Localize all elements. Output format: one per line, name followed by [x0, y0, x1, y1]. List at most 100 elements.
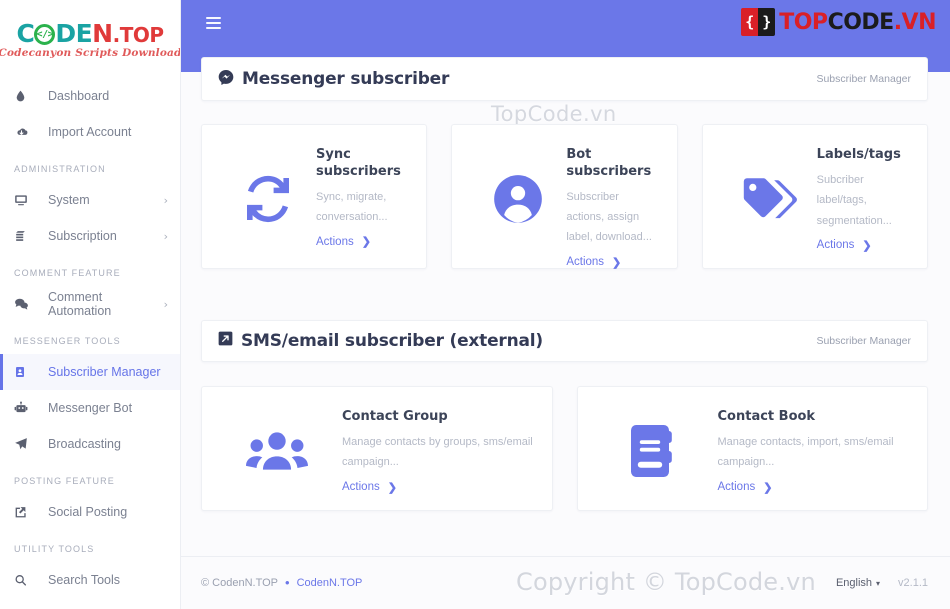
card-description: Subscriber actions, assign label, downlo…	[566, 190, 652, 244]
brand-tagline: Codecanyon Scripts Download	[0, 47, 181, 60]
card-description: Manage contacts by groups, sms/email cam…	[342, 435, 533, 469]
user-circle-icon	[470, 173, 566, 225]
desktop-icon	[14, 193, 38, 207]
page-header-panel: Messenger subscriber Subscriber Manager	[201, 57, 928, 101]
sidebar-item-label: System	[48, 193, 90, 207]
language-label: English	[835, 577, 873, 589]
robot-icon	[14, 401, 38, 415]
hamburger-icon[interactable]	[201, 17, 221, 32]
external-section-title: SMS/email subscriber (external)	[218, 331, 543, 351]
topcode-mark-icon: { }	[741, 8, 776, 36]
layers-icon	[14, 229, 38, 243]
sidebar-section-comment-feature: COMMENT FEATURE	[14, 268, 121, 278]
users-icon	[212, 426, 342, 476]
comments-icon	[14, 297, 38, 311]
main-area: { } TOPCODE.VN Messenger subscriber Subs…	[181, 0, 950, 609]
content-watermark: TopCode.vn	[491, 102, 617, 126]
sidebar-item-comment-automation[interactable]: Comment Automation ›	[0, 286, 180, 322]
sidebar-item-social-posting[interactable]: Social Posting	[0, 494, 180, 530]
card-title: Labels/tags	[816, 147, 901, 162]
external-section-title-text: SMS/email subscriber (external)	[241, 331, 543, 351]
sidebar-item-label: Messenger Bot	[48, 401, 133, 415]
breadcrumb: Subscriber Manager	[816, 73, 911, 85]
brand-logo-text: C </> DEN.TOP	[0, 19, 180, 49]
card-actions-label: Actions	[316, 235, 354, 248]
sidebar-section-posting-feature: POSTING FEATURE	[14, 476, 115, 486]
card-title: Bot subscribers	[566, 147, 652, 179]
sidebar-nav: Dashboard Import Account ADMINISTRATION …	[0, 72, 180, 598]
card-labels-tags[interactable]: Labels/tags Subcriber label/tags, segmen…	[701, 124, 928, 269]
chevron-right-icon: ›	[163, 297, 168, 311]
card-sync-subscribers[interactable]: Sync subscribers Sync, migrate, conversa…	[201, 124, 428, 269]
brand-logo[interactable]: C </> DEN.TOP Codecanyon Scripts Download	[0, 0, 180, 72]
cloud-download-icon	[14, 125, 38, 139]
messenger-icon	[218, 69, 234, 90]
card-actions-label: Actions	[717, 481, 756, 494]
language-selector[interactable]: English ▾	[836, 577, 880, 589]
chevron-right-icon: ❯	[387, 481, 397, 494]
app-root: C </> DEN.TOP Codecanyon Scripts Download …	[0, 0, 950, 609]
chevron-down-icon: ▾	[876, 578, 881, 588]
external-section-header-panel: SMS/email subscriber (external) Subscrib…	[201, 320, 928, 362]
sidebar-item-label: Subscription	[48, 229, 117, 243]
share-square-icon	[14, 505, 38, 519]
sidebar-item-system[interactable]: System ›	[0, 182, 180, 218]
sidebar-section-messenger-tools: MESSENGER TOOLS	[14, 336, 121, 346]
footer-copyright-text: © CodenN.TOP	[201, 577, 278, 589]
card-actions-link[interactable]: Actions ❯	[566, 256, 621, 269]
sidebar-item-label: Import Account	[48, 125, 132, 139]
card-actions-link[interactable]: Actions ❯	[718, 481, 773, 494]
search-icon	[14, 573, 38, 587]
card-contact-group[interactable]: Contact Group Manage contacts by groups,…	[201, 386, 553, 511]
brand-logo-de: DE	[55, 19, 93, 49]
droplet-icon	[14, 89, 38, 103]
sidebar-item-label: Search Tools	[48, 573, 121, 587]
card-description: Sync, migrate, conversation...	[316, 190, 388, 224]
sidebar: C </> DEN.TOP Codecanyon Scripts Download …	[0, 0, 181, 609]
card-actions-label: Actions	[342, 481, 380, 494]
sidebar-item-label: Subscriber Manager	[48, 365, 161, 379]
external-cards-row: Contact Group Manage contacts by groups,…	[201, 386, 928, 511]
card-description: Manage contacts, import, sms/email campa…	[717, 435, 894, 469]
address-book-icon	[588, 424, 718, 477]
topcode-watermark-logo: { } TOPCODE.VN	[741, 8, 937, 36]
sidebar-item-subscriber-manager[interactable]: Subscriber Manager	[0, 354, 180, 390]
chevron-right-icon: ❯	[862, 239, 872, 252]
card-title: Sync subscribers	[316, 147, 401, 179]
card-contact-book[interactable]: Contact Book Manage contacts, import, sm…	[576, 386, 928, 511]
paper-plane-icon	[14, 437, 38, 451]
card-title: Contact Group	[342, 409, 448, 424]
sidebar-item-label: Comment Automation	[48, 290, 112, 318]
chevron-right-icon: ›	[163, 229, 168, 243]
sidebar-item-label: Dashboard	[48, 89, 110, 103]
brand-logo-n: N	[92, 19, 113, 49]
sync-icon	[220, 171, 316, 227]
footer-link[interactable]: CodenN.TOP	[297, 577, 363, 589]
card-title: Contact Book	[717, 409, 816, 424]
card-actions-link[interactable]: Actions ❯	[342, 481, 397, 494]
chevron-right-icon: ›	[163, 193, 168, 207]
chevron-right-icon: ❯	[612, 256, 622, 269]
messenger-cards-row: Sync subscribers Sync, migrate, conversa…	[201, 124, 928, 269]
sidebar-item-label: Broadcasting	[48, 437, 121, 451]
card-description: Subcriber label/tags, segmentation...	[816, 173, 892, 227]
card-actions-link[interactable]: Actions ❯	[316, 235, 371, 249]
version-label: v2.1.1	[898, 577, 928, 589]
footer-right: English ▾ v2.1.1	[836, 577, 928, 589]
sidebar-item-search-tools[interactable]: Search Tools	[0, 562, 180, 598]
card-actions-label: Actions	[816, 239, 855, 252]
sidebar-item-label: Social Posting	[48, 505, 128, 519]
sidebar-item-subscription[interactable]: Subscription ›	[0, 218, 180, 254]
footer-copyright: © CodenN.TOP • CodenN.TOP	[201, 575, 363, 590]
sidebar-section-administration: ADMINISTRATION	[14, 164, 106, 174]
card-bot-subscribers[interactable]: Bot subscribers Subscriber actions, assi…	[451, 124, 678, 269]
sidebar-item-import-account[interactable]: Import Account	[0, 114, 180, 150]
sidebar-item-messenger-bot[interactable]: Messenger Bot	[0, 390, 180, 426]
sidebar-item-broadcasting[interactable]: Broadcasting	[0, 426, 180, 462]
id-card-icon	[14, 365, 38, 379]
card-actions-link[interactable]: Actions ❯	[817, 239, 872, 252]
sidebar-section-utility-tools: UTILITY TOOLS	[14, 544, 95, 554]
page-title: Messenger subscriber	[218, 69, 449, 90]
sidebar-item-dashboard[interactable]: Dashboard	[0, 78, 180, 114]
brand-logo-tld: .TOP	[112, 23, 164, 48]
